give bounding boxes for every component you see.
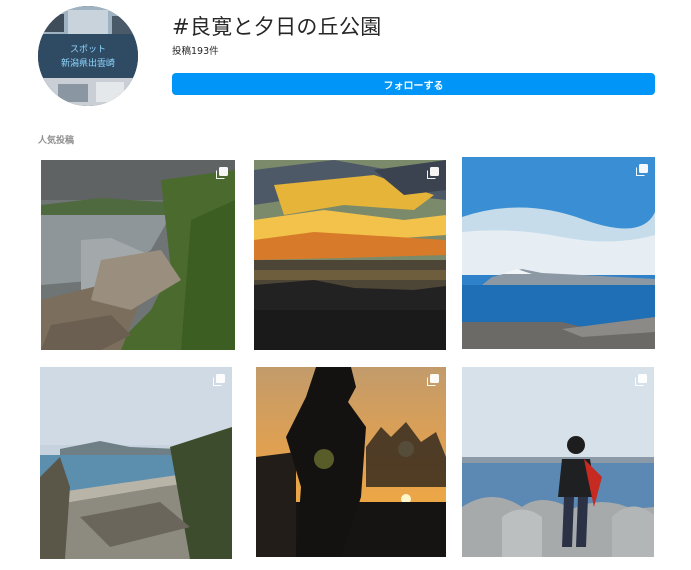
multiple-images-icon bbox=[216, 167, 228, 179]
avatar-image: スポット 新潟県出雲崎 bbox=[38, 6, 138, 106]
post-tile-5[interactable] bbox=[256, 367, 446, 557]
hashtag-title: #良寛と夕日の丘公園 bbox=[172, 15, 382, 39]
multiple-images-icon bbox=[427, 374, 439, 386]
multiple-images-icon bbox=[636, 164, 648, 176]
post-image-seaside-village bbox=[40, 367, 232, 559]
post-tile-3[interactable] bbox=[462, 157, 655, 349]
top-posts-heading: 人気投稿 bbox=[38, 136, 75, 146]
post-tile-4[interactable] bbox=[40, 367, 232, 559]
post-image-coastal-town bbox=[41, 160, 235, 350]
post-image-snowy-mountain bbox=[462, 157, 655, 349]
post-image-sunset-clouds bbox=[254, 160, 446, 350]
post-count: 投稿193件 bbox=[172, 46, 219, 57]
post-tile-2[interactable] bbox=[254, 160, 446, 350]
post-tile-6[interactable] bbox=[462, 367, 654, 557]
avatar-caption-2: 新潟県出雲崎 bbox=[61, 57, 115, 69]
hashtag-avatar: スポット 新潟県出雲崎 bbox=[38, 6, 138, 106]
multiple-images-icon bbox=[635, 374, 647, 386]
follow-button[interactable]: フォローする bbox=[172, 73, 655, 95]
post-tile-1[interactable] bbox=[41, 160, 235, 350]
avatar-caption: スポット bbox=[70, 44, 106, 55]
hashtag-header: スポット 新潟県出雲崎 #良寛と夕日の丘公園 投稿193件 フォローする bbox=[0, 0, 691, 120]
post-image-statue-silhouette bbox=[256, 367, 446, 557]
multiple-images-icon bbox=[213, 374, 225, 386]
post-image-person-breakwater bbox=[462, 367, 654, 557]
multiple-images-icon bbox=[427, 167, 439, 179]
